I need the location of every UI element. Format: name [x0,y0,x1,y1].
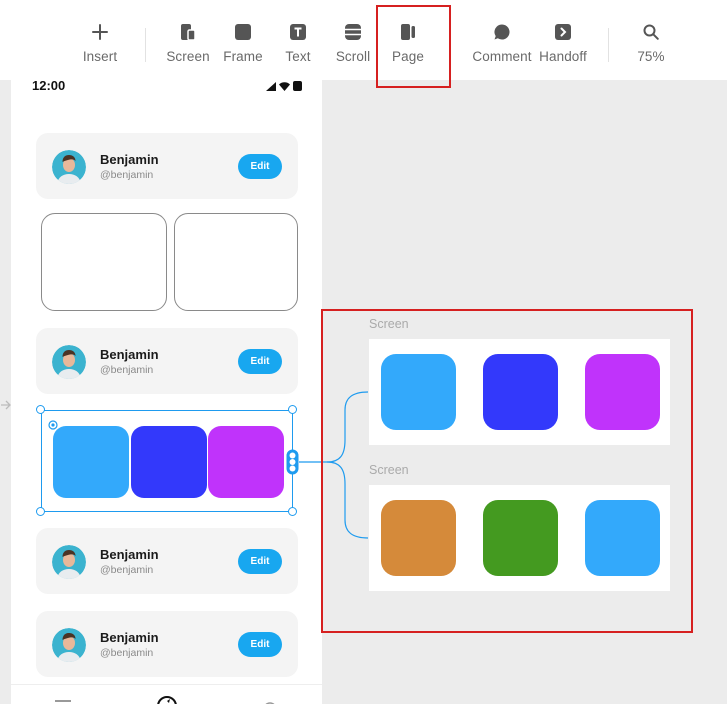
screen-preview[interactable] [369,339,670,445]
color-tile-orange[interactable] [381,500,456,576]
color-tile-purple[interactable] [585,354,660,430]
color-tile-indigo[interactable] [483,354,558,430]
color-tile-green[interactable] [483,500,558,576]
screen-label: Screen [369,317,409,331]
screen-preview[interactable] [369,485,670,591]
page-tool-highlight [376,5,451,88]
screen-label: Screen [369,463,409,477]
color-tile-blue[interactable] [585,500,660,576]
color-tile-blue[interactable] [381,354,456,430]
